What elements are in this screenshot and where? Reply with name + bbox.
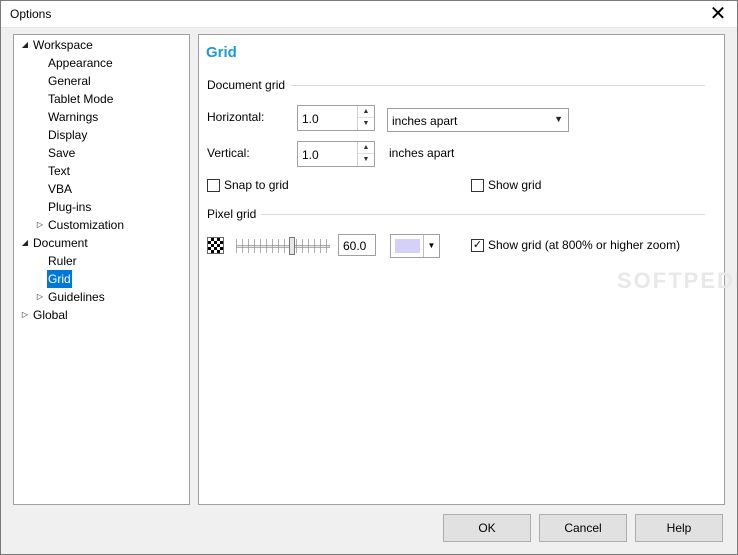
tree-item[interactable]: Tablet Mode: [14, 90, 189, 108]
tree-item[interactable]: General: [14, 72, 189, 90]
close-icon: ✕: [709, 3, 727, 25]
page-title: Grid: [206, 44, 237, 61]
spinner-arrows: ▲ ▼: [357, 106, 374, 130]
color-swatch: [395, 239, 420, 253]
slider-ticks: [236, 239, 330, 253]
tree-item-label: Appearance: [48, 56, 113, 70]
chevron-down-icon: ▼: [554, 114, 563, 124]
tree-item-label: Global: [33, 308, 68, 322]
slider-thumb[interactable]: [289, 237, 295, 255]
section-divider: [291, 85, 705, 86]
pixel-grid-opacity-input[interactable]: 60.0: [338, 234, 376, 256]
tree-item[interactable]: Plug-ins: [14, 198, 189, 216]
tree-item-label: Ruler: [48, 254, 77, 268]
transparency-icon: [207, 237, 224, 254]
tree-item-label: VBA: [48, 182, 73, 196]
pixel-grid-section-label: Pixel grid: [207, 207, 257, 221]
tree-item[interactable]: ▷ Customization: [14, 216, 189, 234]
document-grid-section-label: Document grid: [207, 78, 286, 92]
horizontal-unit-select[interactable]: inches apart ▼: [387, 108, 569, 132]
vertical-value: 1.0: [302, 148, 319, 162]
tree-item-label: Customization: [48, 218, 125, 232]
show-pixel-grid-checkbox[interactable]: ✓ Show grid (at 800% or higher zoom): [471, 237, 680, 253]
show-document-grid-checkbox[interactable]: Show grid: [471, 177, 541, 193]
options-tree[interactable]: ◢ Workspace Appearance General Tablet Mode Wa…: [13, 34, 190, 505]
expanded-arrow-icon[interactable]: ◢: [20, 36, 30, 54]
spinner-up-icon[interactable]: ▲: [358, 106, 374, 118]
tree-item-label: Text: [48, 164, 71, 178]
tree-item-label: Guidelines: [48, 290, 105, 304]
tree-item[interactable]: ▷ Global: [14, 306, 189, 324]
tree-item[interactable]: VBA: [14, 180, 189, 198]
checkbox-box: [471, 178, 484, 192]
checkbox-box: [207, 178, 220, 192]
tree-item[interactable]: ◢ Document: [14, 234, 189, 252]
ok-button[interactable]: OK: [443, 514, 531, 542]
pixel-grid-opacity-slider[interactable]: [236, 237, 330, 255]
vertical-label: Vertical:: [207, 146, 250, 160]
horizontal-unit-value: inches apart: [392, 114, 458, 128]
tree-item[interactable]: ▷ Guidelines: [14, 288, 189, 306]
tree-item-label: Save: [48, 146, 76, 160]
spinner-arrows: ▲ ▼: [357, 142, 374, 166]
tree-item[interactable]: Display: [14, 126, 189, 144]
checkbox-box: ✓: [471, 238, 484, 252]
collapsed-arrow-icon[interactable]: ▷: [35, 216, 45, 234]
chevron-down-icon[interactable]: ▼: [423, 235, 439, 257]
close-button[interactable]: ✕: [698, 0, 738, 28]
cancel-button[interactable]: Cancel: [539, 514, 627, 542]
tree-item-label: Tablet Mode: [48, 92, 114, 106]
show-document-grid-label: Show grid: [488, 178, 542, 192]
tree-item[interactable]: Text: [14, 162, 189, 180]
tree-item-label: Workspace: [33, 38, 93, 52]
horizontal-value: 1.0: [302, 112, 319, 126]
window-title: Options: [10, 7, 52, 21]
collapsed-arrow-icon[interactable]: ▷: [35, 288, 45, 306]
help-button[interactable]: Help: [635, 514, 723, 542]
tree-item[interactable]: Save: [14, 144, 189, 162]
vertical-unit-label: inches apart: [389, 146, 455, 160]
horizontal-spinner[interactable]: 1.0 ▲ ▼: [297, 105, 375, 131]
snap-to-grid-label: Snap to grid: [224, 178, 289, 192]
pixel-grid-color-picker[interactable]: ▼: [390, 234, 440, 258]
tree-item-label: Document: [33, 236, 88, 250]
snap-to-grid-checkbox[interactable]: Snap to grid: [207, 177, 289, 193]
tree-item[interactable]: Warnings: [14, 108, 189, 126]
expanded-arrow-icon[interactable]: ◢: [20, 234, 30, 252]
show-pixel-grid-label: Show grid (at 800% or higher zoom): [488, 238, 681, 252]
vertical-spinner[interactable]: 1.0 ▲ ▼: [297, 141, 375, 167]
tree-item[interactable]: ◢ Workspace: [14, 36, 189, 54]
tree-item-label: Grid: [47, 270, 72, 288]
section-divider: [261, 214, 705, 215]
spinner-down-icon[interactable]: ▼: [358, 154, 374, 166]
tree-item-label: General: [48, 74, 91, 88]
spinner-down-icon[interactable]: ▼: [358, 118, 374, 130]
watermark: SOFTPEDIA: [617, 268, 738, 293]
horizontal-label: Horizontal:: [207, 110, 265, 124]
tree-item-label: Plug-ins: [48, 200, 92, 214]
tree-item[interactable]: Ruler: [14, 252, 189, 270]
tree-item-label: Display: [48, 128, 88, 142]
opacity-value: 60.0: [343, 239, 367, 253]
grid-settings-panel: Grid Document grid Horizontal: 1.0 ▲ ▼ i…: [198, 34, 738, 505]
title-bar: Options ✕: [0, 0, 738, 28]
collapsed-arrow-icon[interactable]: ▷: [20, 306, 30, 324]
tree-item-label: Warnings: [48, 110, 99, 124]
spinner-up-icon[interactable]: ▲: [358, 142, 374, 154]
tree-item[interactable]: Appearance: [14, 54, 189, 72]
tree-item[interactable]: Grid: [14, 270, 189, 288]
